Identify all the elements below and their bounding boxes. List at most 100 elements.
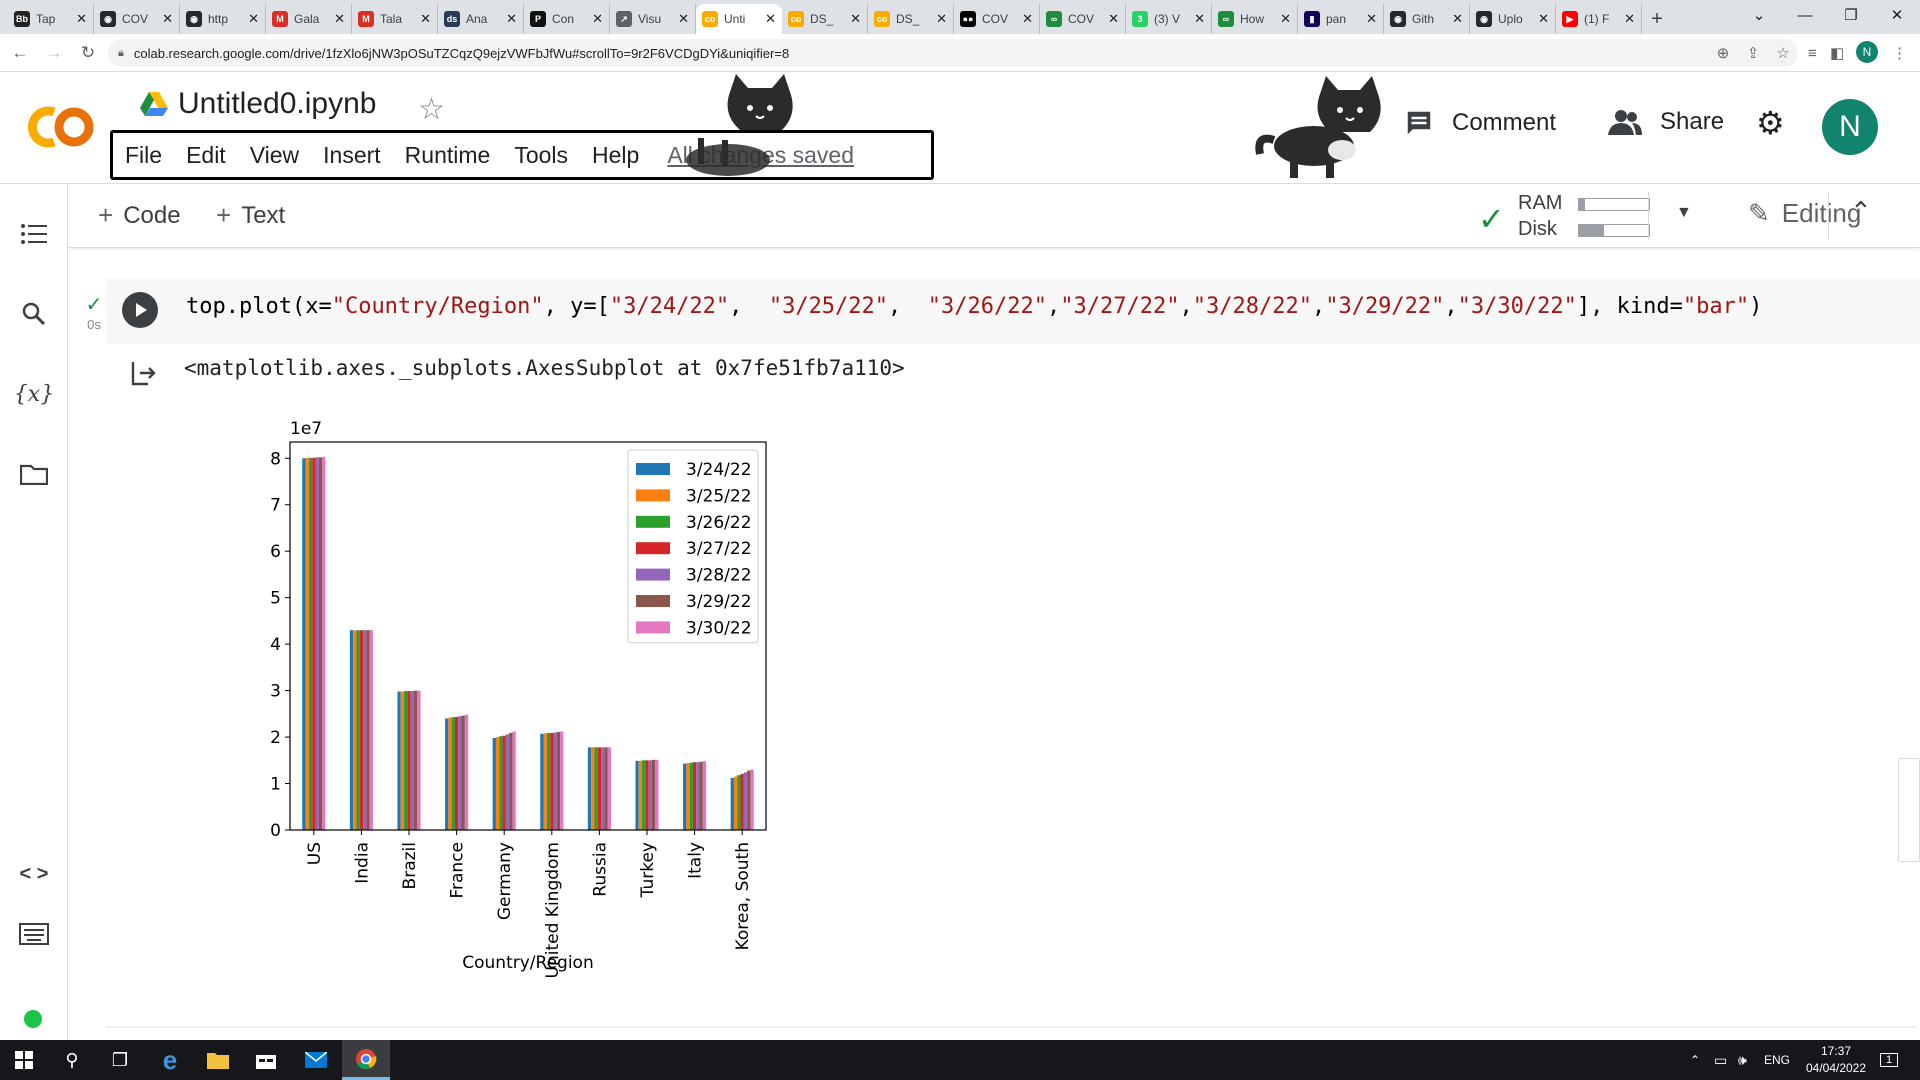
close-tab-icon[interactable]: ✕	[678, 11, 689, 27]
close-tab-icon[interactable]: ✕	[850, 11, 861, 27]
close-tab-icon[interactable]: ✕	[420, 11, 431, 27]
close-tab-icon[interactable]: ✕	[506, 11, 517, 27]
url-field[interactable]: 🔒︎ colab.research.google.com/drive/1fzXl…	[108, 39, 1798, 67]
browser-tab[interactable]: ◉ COV ✕	[94, 4, 180, 34]
share-button[interactable]: Share	[1608, 108, 1724, 136]
clock[interactable]: 17:37 04/04/2022	[1796, 1043, 1876, 1077]
edge-browser-icon[interactable]: e	[146, 1040, 194, 1080]
add-code-cell-button[interactable]: + Code	[98, 200, 181, 231]
notebook-title[interactable]: Untitled0.ipynb	[140, 87, 376, 121]
run-cell-button[interactable]	[122, 292, 158, 328]
close-tab-icon[interactable]: ✕	[248, 11, 259, 27]
resources-indicator[interactable]: ✓ RAM Disk ▼	[1478, 190, 1718, 242]
forward-button[interactable]: →	[40, 39, 68, 67]
file-explorer-icon[interactable]	[194, 1040, 242, 1080]
google-drive-icon[interactable]	[140, 92, 168, 116]
close-tab-icon[interactable]: ✕	[936, 11, 947, 27]
mail-icon[interactable]	[292, 1040, 340, 1080]
close-tab-icon[interactable]: ✕	[1108, 11, 1119, 27]
volume-icon[interactable]: 🕪︎	[1738, 1040, 1747, 1080]
menu-runtime[interactable]: Runtime	[405, 142, 491, 169]
restore-button[interactable]: ❐	[1828, 0, 1874, 30]
browser-profile-avatar[interactable]: N	[1856, 41, 1878, 63]
close-tab-icon[interactable]: ✕	[1538, 11, 1549, 27]
browser-tab[interactable]: P Con ✕	[524, 4, 610, 34]
browser-tab[interactable]: ↗ Visu ✕	[610, 4, 696, 34]
browser-tab[interactable]: Bb Tap ✕	[8, 4, 94, 34]
close-window-button[interactable]: ✕	[1874, 0, 1920, 30]
browser-tab[interactable]: ▮ pan ✕	[1298, 4, 1384, 34]
vertical-scrollbar[interactable]	[1898, 758, 1920, 862]
collapse-header-icon[interactable]: ⌃	[1850, 196, 1872, 227]
close-tab-icon[interactable]: ✕	[162, 11, 173, 27]
reading-list-icon[interactable]: ≡	[1808, 40, 1817, 66]
chrome-taskbar-icon[interactable]	[342, 1040, 390, 1080]
close-tab-icon[interactable]: ✕	[76, 11, 87, 27]
code-line[interactable]: top.plot(x="Country/Region", y=["3/24/22…	[186, 294, 1762, 319]
side-panel-icon[interactable]: ◧	[1830, 40, 1844, 66]
close-tab-icon[interactable]: ✕	[592, 11, 603, 27]
close-tab-icon[interactable]: ✕	[1194, 11, 1205, 27]
browser-tab[interactable]: ◉ http ✕	[180, 4, 266, 34]
command-palette-icon[interactable]	[14, 914, 54, 954]
browser-tab[interactable]: ●● COV ✕	[954, 4, 1040, 34]
minimize-button[interactable]: —	[1782, 0, 1828, 30]
search-icon[interactable]	[14, 294, 54, 334]
task-view-icon[interactable]: ❐	[96, 1040, 144, 1080]
output-icon[interactable]	[130, 360, 156, 386]
tab-search-icon[interactable]: ⌄	[1736, 0, 1782, 30]
comment-button[interactable]: Comment	[1404, 108, 1556, 138]
store-icon[interactable]	[242, 1040, 290, 1080]
browser-tab[interactable]: co DS_ ✕	[782, 4, 868, 34]
new-tab-button[interactable]: +	[1642, 4, 1672, 34]
close-tab-icon[interactable]: ✕	[1280, 11, 1291, 27]
zoom-icon[interactable]: ⊕	[1708, 44, 1738, 62]
close-tab-icon[interactable]: ✕	[765, 11, 776, 27]
star-icon[interactable]: ☆	[418, 92, 445, 127]
close-tab-icon[interactable]: ✕	[1366, 11, 1377, 27]
menu-insert[interactable]: Insert	[323, 142, 381, 169]
browser-tab[interactable]: co DS_ ✕	[868, 4, 954, 34]
close-tab-icon[interactable]: ✕	[1022, 11, 1033, 27]
search-icon[interactable]: ⚲	[48, 1040, 96, 1080]
colab-logo[interactable]	[24, 102, 98, 152]
share-page-icon[interactable]: ⇪	[1738, 44, 1768, 62]
back-button[interactable]: ←	[6, 39, 34, 67]
browser-tab[interactable]: ◉ Uplo ✕	[1470, 4, 1556, 34]
table-of-contents-icon[interactable]	[14, 214, 54, 254]
menu-help[interactable]: Help	[592, 142, 639, 169]
close-tab-icon[interactable]: ✕	[1624, 11, 1635, 27]
notifications-icon[interactable]: 1	[1880, 1040, 1899, 1080]
editing-mode-button[interactable]: ✎ Editing	[1748, 198, 1861, 229]
runtime-dropdown-icon[interactable]: ▼	[1676, 204, 1692, 222]
reload-button[interactable]: ↻	[74, 39, 102, 67]
browser-tab[interactable]: ∞ How ✕	[1212, 4, 1298, 34]
settings-gear-icon[interactable]: ⚙	[1756, 104, 1785, 142]
files-folder-icon[interactable]	[14, 454, 54, 494]
browser-tab[interactable]: ∞ COV ✕	[1040, 4, 1126, 34]
browser-tab[interactable]: M Tala ✕	[352, 4, 438, 34]
browser-tab[interactable]: ▶ (1) F ✕	[1556, 4, 1642, 34]
browser-tab[interactable]: M Gala ✕	[266, 4, 352, 34]
menu-view[interactable]: View	[250, 142, 299, 169]
browser-tab[interactable]: 3 (3) V ✕	[1126, 4, 1212, 34]
browser-tab[interactable]: ◉ Gith ✕	[1384, 4, 1470, 34]
code-snippets-icon[interactable]: < >	[14, 854, 54, 894]
browser-menu-icon[interactable]: ⋮	[1892, 40, 1907, 66]
browser-tab[interactable]: co Unti ✕	[696, 4, 782, 34]
browser-tab[interactable]: ds Ana ✕	[438, 4, 524, 34]
menu-tools[interactable]: Tools	[514, 142, 568, 169]
add-text-cell-button[interactable]: + Text	[216, 200, 285, 231]
user-avatar[interactable]: N	[1822, 99, 1878, 155]
network-icon[interactable]: ▭	[1714, 1040, 1727, 1080]
close-tab-icon[interactable]: ✕	[334, 11, 345, 27]
close-tab-icon[interactable]: ✕	[1452, 11, 1463, 27]
variables-icon[interactable]: {x}	[14, 374, 54, 414]
tray-chevron-icon[interactable]: ⌃	[1690, 1040, 1700, 1080]
menu-edit[interactable]: Edit	[186, 142, 226, 169]
bookmark-star-icon[interactable]: ☆	[1768, 44, 1798, 62]
notebook-title-text[interactable]: Untitled0.ipynb	[178, 87, 376, 121]
menu-file[interactable]: File	[125, 142, 162, 169]
language-indicator[interactable]: ENG	[1764, 1040, 1790, 1080]
windows-start-icon[interactable]	[0, 1040, 48, 1080]
